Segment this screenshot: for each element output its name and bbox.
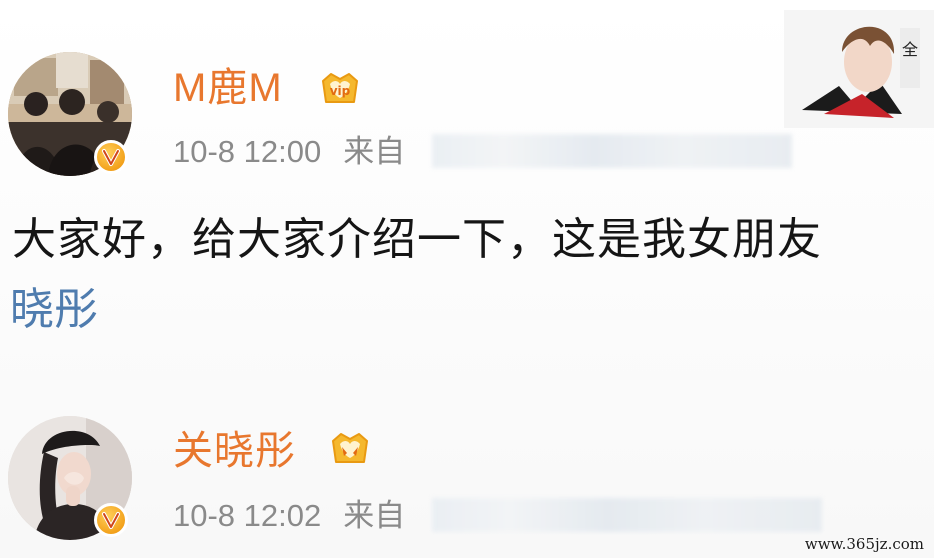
top-right-thumbnail: 全: [784, 10, 934, 128]
weibo-screenshot: 全 M鹿M vip 10-8 12:00 来自 大家好，给大家介绍一下，这是我女…: [0, 0, 934, 558]
svg-text:vip: vip: [330, 84, 351, 98]
post-time: 10-8 12:02: [173, 498, 322, 533]
username[interactable]: 关晓彤: [173, 431, 296, 471]
blurred-source: [432, 134, 792, 168]
post-time: 10-8 12:00: [173, 134, 322, 169]
thumbnail-figure-icon: 全: [784, 10, 934, 128]
vip-crown-icon[interactable]: vip: [318, 66, 362, 110]
verified-v-badge-icon: [94, 140, 128, 174]
post-meta: 10-8 12:02 来自: [173, 500, 405, 531]
blurred-source: [432, 498, 822, 532]
vip-crown-icon[interactable]: [328, 426, 372, 470]
mention-link[interactable]: 晓彤: [10, 288, 98, 332]
verified-v-badge-icon: [94, 503, 128, 537]
post-text: 大家好，给大家介绍一下，这是我女朋友: [12, 214, 822, 265]
post-source-label: 来自: [343, 134, 406, 169]
svg-text:全: 全: [902, 40, 918, 59]
post-source-label: 来自: [343, 498, 406, 533]
post-meta: 10-8 12:00 来自: [173, 136, 405, 167]
username[interactable]: M鹿M: [173, 68, 283, 108]
site-watermark: www.365jz.com: [804, 535, 924, 553]
